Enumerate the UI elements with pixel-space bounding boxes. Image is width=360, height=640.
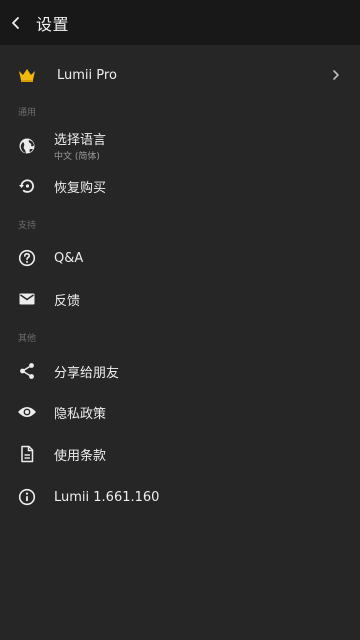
share-icon	[17, 361, 37, 381]
share-label: 分享给朋友	[54, 365, 120, 381]
globe-icon	[17, 136, 37, 156]
help-icon	[17, 248, 37, 268]
lumii-pro-row[interactable]: Lumii Pro	[0, 54, 360, 96]
terms-label: 使用条款	[54, 448, 107, 464]
language-current-value: 中文 (简体)	[54, 152, 100, 162]
lumii-pro-label: Lumii Pro	[57, 67, 117, 83]
restore-icon	[17, 176, 37, 196]
qa-label: Q&A	[54, 250, 84, 266]
terms-row[interactable]: 使用条款	[0, 433, 360, 475]
share-row[interactable]: 分享给朋友	[0, 350, 360, 392]
info-icon	[17, 487, 37, 507]
chevron-right-icon	[330, 69, 342, 81]
section-general-header: 通用	[18, 108, 37, 118]
feedback-row[interactable]: 反馈	[0, 278, 360, 320]
version-label: Lumii 1.661.160	[54, 489, 160, 505]
eye-icon	[17, 402, 37, 422]
privacy-row[interactable]: 隐私政策	[0, 391, 360, 433]
language-label: 选择语言	[54, 133, 107, 148]
feedback-label: 反馈	[54, 293, 81, 309]
language-row[interactable]: 选择语言 中文 (简体)	[0, 124, 360, 168]
back-button[interactable]	[0, 0, 32, 45]
restore-purchase-row[interactable]: 恢复购买	[0, 165, 360, 207]
page-title: 设置	[36, 14, 70, 34]
restore-purchase-label: 恢复购买	[54, 180, 107, 196]
crown-icon	[17, 65, 37, 85]
qa-row[interactable]: Q&A	[0, 237, 360, 279]
section-support-header: 支持	[18, 221, 37, 231]
section-other-header: 其他	[18, 334, 37, 344]
document-icon	[17, 444, 37, 464]
mail-icon	[17, 289, 37, 309]
back-arrow-icon	[12, 16, 19, 29]
version-row[interactable]: Lumii 1.661.160	[0, 476, 360, 518]
privacy-label: 隐私政策	[54, 406, 107, 422]
app-bar: 设置	[0, 0, 360, 45]
